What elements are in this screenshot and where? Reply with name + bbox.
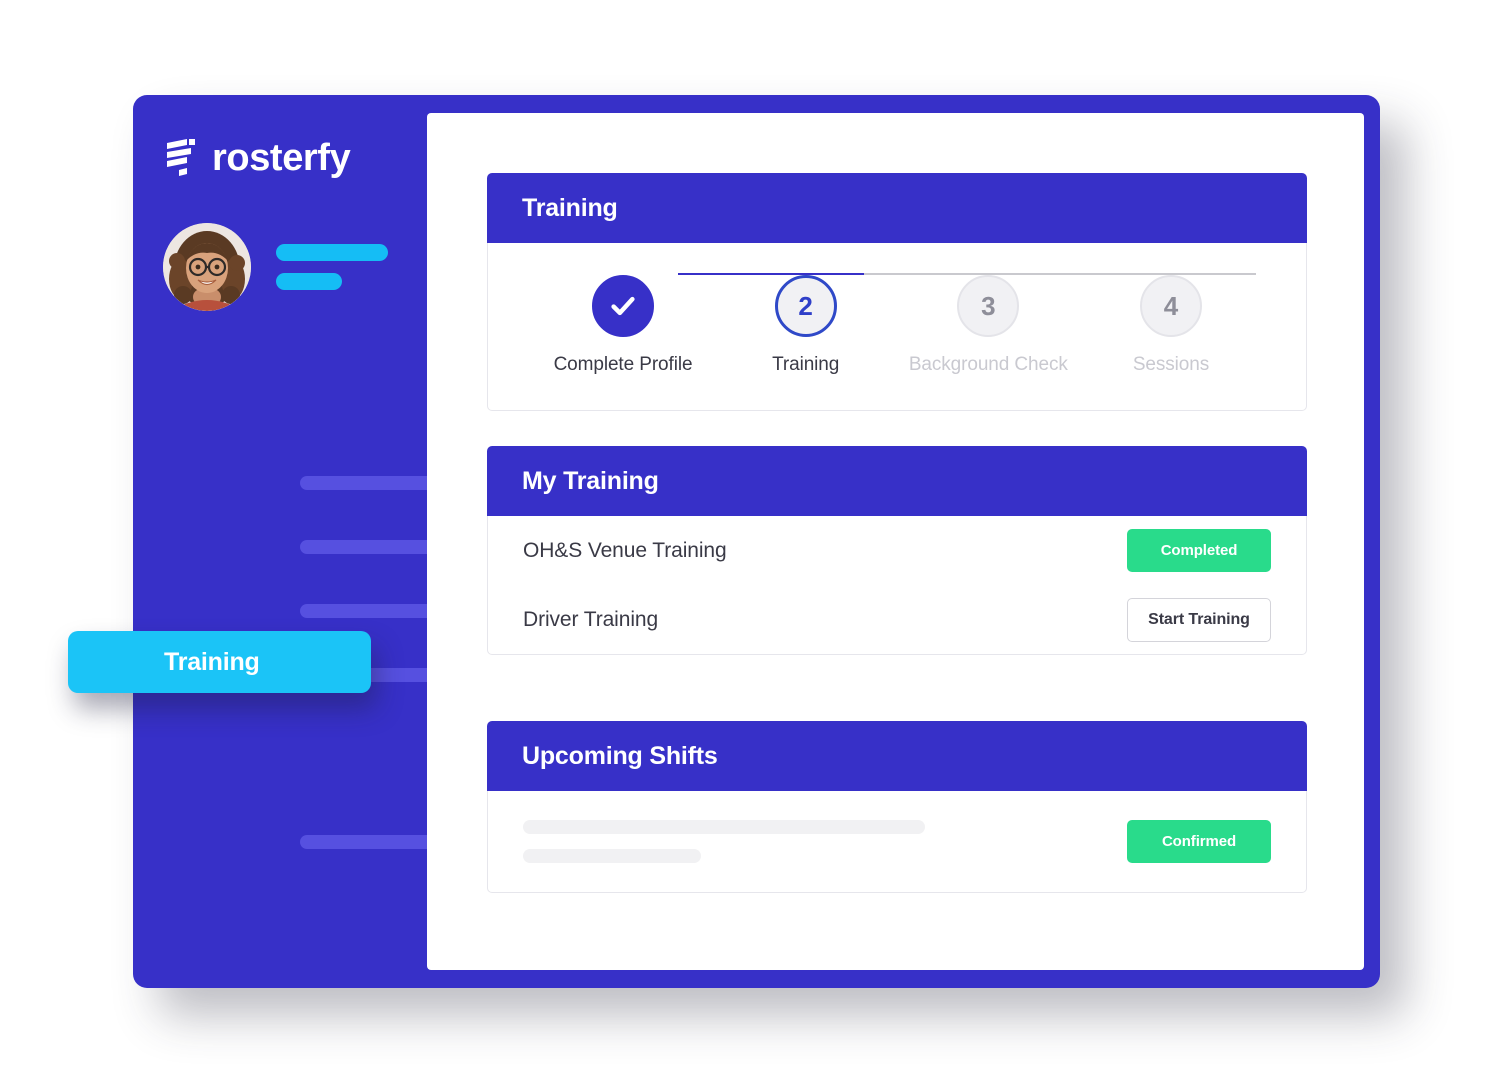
- main-content-panel: Training Complete Profile 2 Training 3 B…: [427, 113, 1364, 970]
- step-4-circle: 4: [1139, 275, 1202, 337]
- brand-logo[interactable]: rosterfy: [165, 137, 351, 179]
- upcoming-shifts-card: Upcoming Shifts Confirmed: [487, 721, 1307, 893]
- step-background-check[interactable]: 3 Background Check: [908, 275, 1068, 376]
- rosterfy-stacked-bars-icon: [165, 139, 199, 177]
- step-1-label: Complete Profile: [553, 354, 693, 375]
- profile-name-placeholder: [276, 244, 388, 261]
- table-row: OH&S Venue Training Completed: [523, 516, 1271, 585]
- check-icon: [611, 296, 635, 316]
- avatar: [163, 223, 251, 311]
- onboarding-stepper: Complete Profile 2 Training 3 Background…: [543, 275, 1251, 376]
- my-training-list: OH&S Venue Training Completed Driver Tra…: [487, 516, 1307, 655]
- sidebar-item-label: Training: [164, 647, 260, 676]
- step-sessions[interactable]: 4 Sessions: [1091, 275, 1251, 376]
- step-3-circle: 3: [957, 275, 1020, 337]
- status-badge-confirmed: Confirmed: [1127, 820, 1271, 863]
- my-training-card-header: My Training: [487, 446, 1307, 516]
- step-2-circle: 2: [774, 275, 837, 337]
- status-badge-completed: Completed: [1127, 529, 1271, 572]
- start-training-button[interactable]: Start Training: [1127, 597, 1271, 642]
- app-window: rosterfy Training Training Complete Prof…: [68, 95, 1380, 988]
- step-1-circle: [592, 275, 654, 337]
- table-row: Driver Training Start Training: [523, 585, 1271, 654]
- training-name: OH&S Venue Training: [523, 538, 727, 562]
- profile-text-placeholders: [276, 244, 388, 290]
- step-2-label: Training: [772, 354, 840, 375]
- upcoming-shifts-card-header: Upcoming Shifts: [487, 721, 1307, 791]
- profile-summary[interactable]: [163, 223, 388, 311]
- step-4-label: Sessions: [1132, 354, 1210, 375]
- step-complete-profile[interactable]: Complete Profile: [543, 275, 703, 376]
- profile-role-placeholder: [276, 273, 342, 290]
- upcoming-shifts-title: Upcoming Shifts: [522, 741, 718, 770]
- stepper-container: Complete Profile 2 Training 3 Background…: [487, 243, 1307, 411]
- shift-title-placeholder: [523, 820, 925, 834]
- training-name: Driver Training: [523, 607, 659, 631]
- sidebar: rosterfy Training: [68, 95, 524, 988]
- upcoming-shifts-list: Confirmed: [487, 791, 1307, 893]
- my-training-title: My Training: [522, 466, 659, 495]
- list-item: [523, 820, 925, 863]
- shift-subtitle-placeholder: [523, 849, 701, 863]
- sidebar-item-training[interactable]: Training: [68, 631, 371, 693]
- brand-name: rosterfy: [212, 137, 351, 179]
- training-progress-card: Training Complete Profile 2 Training 3 B…: [487, 173, 1307, 411]
- page-title: Training: [522, 193, 618, 222]
- step-3-label: Background Check: [908, 354, 1068, 375]
- my-training-card: My Training OH&S Venue Training Complete…: [487, 446, 1307, 655]
- training-card-header: Training: [487, 173, 1307, 243]
- step-training[interactable]: 2 Training: [726, 275, 886, 376]
